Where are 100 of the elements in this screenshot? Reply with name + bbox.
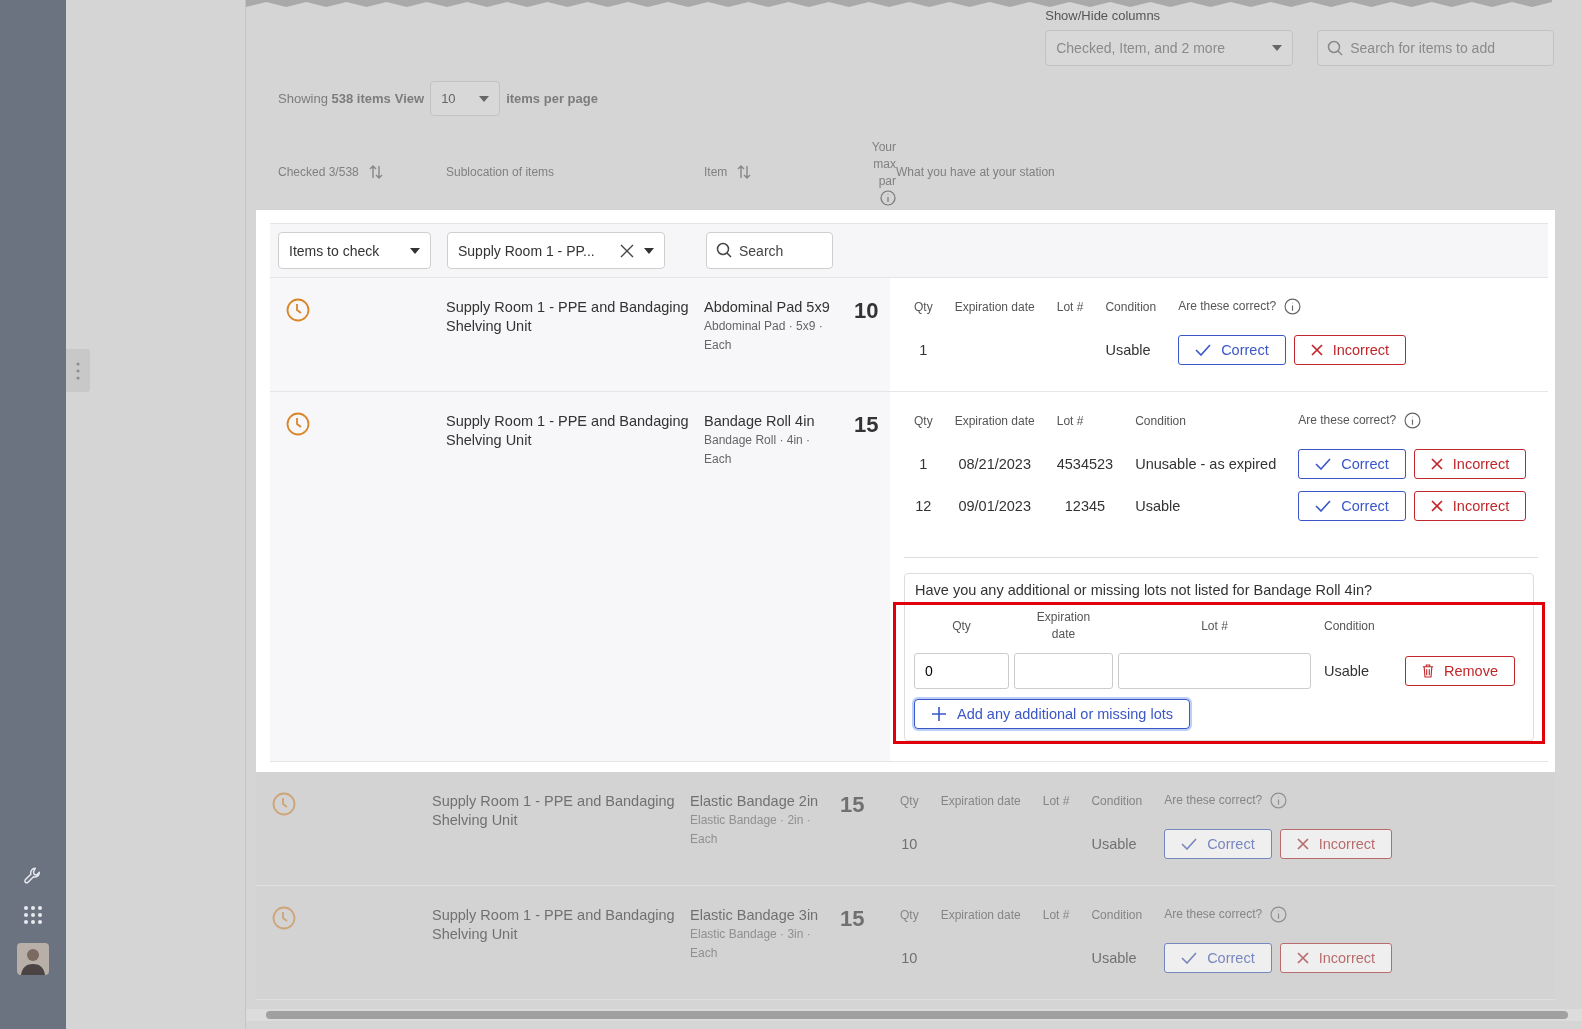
caret-icon [1272, 45, 1283, 51]
column-header: What you have at your station [896, 165, 1055, 179]
correct-button[interactable]: Correct [1178, 335, 1286, 365]
correct-button[interactable]: Correct [1298, 491, 1406, 521]
x-icon [1296, 838, 1309, 850]
lot-column-header: Condition [1105, 299, 1157, 314]
clear-icon[interactable] [620, 243, 634, 258]
lot-expiration: 09/01/2023 [958, 498, 1031, 514]
remove-button[interactable]: Remove [1405, 656, 1515, 686]
trash-icon [1422, 663, 1434, 679]
correct-button[interactable]: Correct [1164, 943, 1272, 973]
item-detail: Bandage Roll · 4in · Each [704, 432, 812, 468]
column-picker-label: Show/Hide columns [1045, 8, 1162, 23]
lot-column-header: Qty [951, 617, 972, 635]
lot-column-header: Qty [900, 907, 919, 922]
lot-column-header: Condition [1091, 907, 1143, 922]
info-icon[interactable] [1284, 298, 1302, 315]
lot-column-header: Are these correct? [1164, 906, 1263, 921]
panel-resize-handle[interactable] [66, 349, 90, 392]
search-icon [1327, 40, 1344, 56]
qty-input[interactable]: 0 [914, 653, 1009, 689]
incorrect-button[interactable]: Incorrect [1413, 491, 1527, 521]
lot-qty: 10 [901, 836, 918, 852]
caret-icon [410, 247, 420, 254]
clock-icon [272, 906, 296, 930]
clock-icon [286, 298, 310, 322]
per-page-dropdown[interactable]: 10 [430, 81, 501, 116]
lot-condition: Usable [1091, 836, 1137, 852]
item-search-field[interactable]: Search [706, 232, 833, 269]
lot-column-header: Expiration date [954, 299, 1035, 314]
checkmark-icon [1315, 458, 1332, 470]
lot-column-header: Qty [914, 299, 933, 314]
lot-column-header: Qty [900, 793, 919, 808]
lot-column-header: Qty [914, 413, 933, 428]
correct-button[interactable]: Correct [1164, 829, 1272, 859]
correct-button[interactable]: Correct [1298, 449, 1406, 479]
column-header: Your max par [870, 138, 896, 190]
add-lots-button[interactable]: Add any additional or missing lots [914, 699, 1190, 729]
max-par-value: 15 [854, 412, 879, 439]
caret-icon [479, 95, 490, 102]
sublocation-text: Supply Room 1 - PPE and Bandaging Shelving Unit [432, 906, 676, 944]
status-filter-dropdown[interactable]: Items to check [278, 232, 431, 269]
lot-column-header: Expiration date [954, 413, 1035, 428]
lot-number: 12345 [1064, 498, 1106, 514]
sort-icon[interactable] [737, 165, 752, 179]
lot-condition: Usable [1323, 663, 1371, 679]
x-icon [1430, 500, 1443, 512]
lot-column-header: Expiration date [940, 793, 1021, 808]
incorrect-button[interactable]: Incorrect [1293, 335, 1407, 365]
lot-qty: 10 [901, 950, 918, 966]
apps-grid-icon[interactable] [23, 905, 43, 925]
item-detail: Abdominal Pad · 5x9 · Each [704, 318, 824, 354]
add-items-search-field[interactable]: Search for items to add [1317, 30, 1555, 66]
column-header: Sublocation of items [446, 165, 555, 179]
max-par-value: 10 [854, 298, 879, 325]
lot-column-header: Condition [1091, 793, 1143, 808]
plus-icon [931, 706, 947, 722]
lot-column-header: Expiration date [940, 907, 1021, 922]
lot-column-header: Are these correct? [1178, 298, 1277, 313]
incorrect-button[interactable]: Incorrect [1279, 829, 1393, 859]
item-name: Bandage Roll 4in [704, 412, 816, 431]
clock-icon [272, 792, 296, 816]
lot-number: 4534523 [1056, 456, 1114, 472]
x-icon [1430, 458, 1443, 470]
sublocation-filter-dropdown[interactable]: Supply Room 1 - PP... [447, 232, 665, 269]
lot-column-header: Lot # [1056, 413, 1084, 428]
lot-qty: 12 [915, 498, 932, 514]
sublocation-text: Supply Room 1 - PPE and Bandaging Shelving Unit [446, 412, 690, 450]
lot-input[interactable] [1118, 653, 1311, 689]
lot-condition: Usable [1091, 950, 1137, 966]
max-par-value: 15 [840, 792, 865, 819]
lot-expiration: 08/21/2023 [958, 456, 1031, 472]
info-icon[interactable] [880, 189, 896, 206]
horizontal-scrollbar[interactable] [246, 1009, 1582, 1021]
lot-condition: Usable [1105, 342, 1151, 358]
x-icon [1296, 952, 1309, 964]
lot-qty: 1 [919, 342, 928, 358]
caret-icon [644, 247, 654, 254]
item-name: Elastic Bandage 2in [690, 792, 820, 811]
checkmark-icon [1195, 344, 1212, 356]
item-detail: Elastic Bandage · 2in · Each [690, 812, 812, 848]
lot-column-header: Lot # [1042, 793, 1070, 808]
view-label: View [394, 91, 425, 106]
showing-count: Showing 538 items [278, 91, 391, 106]
lot-column-header: Lot # [1056, 299, 1084, 314]
sort-icon[interactable] [368, 165, 383, 179]
max-par-value: 15 [840, 906, 865, 933]
lot-condition: Usable [1135, 498, 1181, 514]
item-name: Elastic Bandage 3in [690, 906, 820, 925]
incorrect-button[interactable]: Incorrect [1279, 943, 1393, 973]
lot-column-header: Are these correct? [1298, 412, 1397, 427]
avatar-icon[interactable] [17, 943, 49, 975]
info-icon[interactable] [1404, 412, 1422, 429]
incorrect-button[interactable]: Incorrect [1413, 449, 1527, 479]
checkmark-icon [1315, 500, 1332, 512]
expiration-input[interactable] [1014, 653, 1113, 689]
lot-column-header: Condition [1323, 617, 1376, 635]
sublocation-text: Supply Room 1 - PPE and Bandaging Shelving Unit [432, 792, 676, 830]
search-icon [716, 242, 732, 258]
lot-condition: Unusable - as expired [1135, 456, 1277, 472]
